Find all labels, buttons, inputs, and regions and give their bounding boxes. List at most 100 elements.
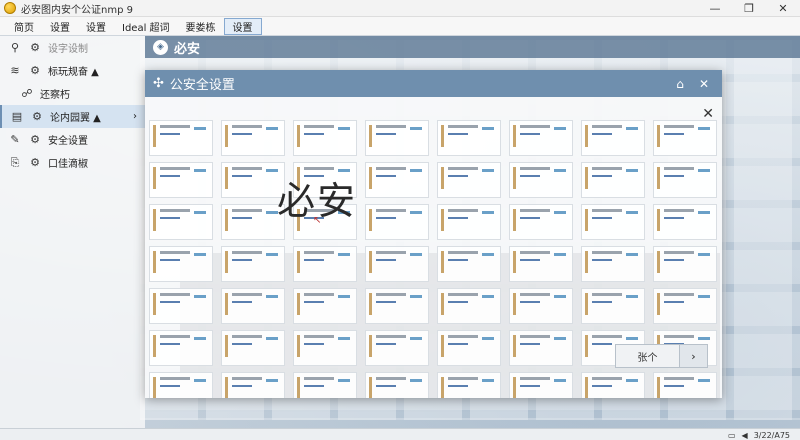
menu-item-home[interactable]: 简页 bbox=[6, 18, 42, 35]
cell-mark bbox=[664, 293, 694, 296]
dialog-close-icon[interactable]: ✕ bbox=[696, 76, 712, 92]
menu-item-settings-1[interactable]: 设置 bbox=[42, 18, 78, 35]
cell-mark bbox=[153, 377, 156, 398]
cell-mark bbox=[448, 251, 478, 254]
cell-mark bbox=[338, 295, 350, 298]
minimize-icon[interactable]: — bbox=[698, 0, 732, 17]
cell-mark bbox=[698, 253, 710, 256]
cell-mark bbox=[657, 167, 660, 189]
cell-mark bbox=[482, 379, 494, 382]
cell-mark bbox=[376, 175, 396, 177]
security-settings-dialog: ✣ 公安全设置 ⌂ ✕ ✕ 必安 ↖ 张个 › bbox=[145, 70, 722, 398]
taskbar: ▭ ◀ 3/22/A75 bbox=[0, 428, 800, 440]
cell-mark bbox=[448, 385, 468, 387]
pager-label: 张个 bbox=[637, 352, 658, 364]
cell-mark bbox=[513, 251, 516, 273]
home-icon[interactable]: ⌂ bbox=[672, 76, 688, 92]
cell-mark bbox=[410, 295, 422, 298]
cell-mark bbox=[160, 251, 190, 254]
grid-cell bbox=[653, 162, 717, 198]
cell-mark bbox=[698, 169, 710, 172]
cell-mark bbox=[369, 251, 372, 273]
grid-cell bbox=[293, 330, 357, 366]
grid-cell bbox=[509, 288, 573, 324]
menu-item-settings-active[interactable]: 设置 bbox=[223, 17, 262, 35]
menu-item-settings-2[interactable]: 设置 bbox=[78, 18, 114, 35]
cell-mark bbox=[153, 293, 156, 315]
cell-mark bbox=[554, 295, 566, 298]
grid-cell bbox=[437, 246, 501, 282]
cell-mark bbox=[160, 133, 180, 135]
cell-mark bbox=[153, 251, 156, 273]
sidebar-item-users[interactable]: ☍ 还察朽 bbox=[0, 82, 145, 105]
cell-mark bbox=[592, 209, 622, 212]
network-icon[interactable]: ▭ bbox=[728, 431, 736, 440]
maximize-icon[interactable]: ❐ bbox=[732, 0, 766, 17]
cell-mark bbox=[513, 293, 516, 315]
cell-mark bbox=[698, 337, 710, 340]
grid-cell bbox=[149, 162, 213, 198]
cell-mark bbox=[160, 377, 190, 380]
grid-cell bbox=[221, 288, 285, 324]
cell-mark bbox=[153, 209, 156, 231]
cell-mark bbox=[369, 125, 372, 147]
shield-icon: ⚙ bbox=[30, 133, 40, 146]
cell-mark bbox=[520, 175, 540, 177]
cell-mark bbox=[664, 335, 694, 338]
pager[interactable]: 张个 › bbox=[615, 344, 708, 368]
cell-mark bbox=[441, 209, 444, 231]
cell-mark bbox=[410, 211, 422, 214]
cell-mark bbox=[448, 209, 478, 212]
cell-mark bbox=[482, 127, 494, 130]
search-icon: ⚲ bbox=[10, 41, 20, 54]
grid-cell bbox=[149, 372, 213, 398]
gear-icon: ⚙ bbox=[30, 64, 40, 77]
cell-mark bbox=[448, 217, 468, 219]
main-header: ◈ 必安 bbox=[145, 36, 800, 58]
rows-icon: ≋ bbox=[10, 64, 20, 77]
cell-mark bbox=[592, 377, 622, 380]
sidebar-item-security[interactable]: ✎ ⚙ 安全设置 bbox=[0, 128, 145, 151]
volume-icon[interactable]: ◀ bbox=[742, 431, 748, 440]
cell-mark bbox=[592, 251, 622, 254]
close-icon[interactable]: ✕ bbox=[766, 0, 800, 17]
cell-mark bbox=[664, 385, 684, 387]
cell-mark bbox=[266, 253, 278, 256]
grid-cell bbox=[149, 330, 213, 366]
clock[interactable]: 3/22/A75 bbox=[754, 431, 790, 440]
pager-next-button[interactable]: › bbox=[679, 345, 707, 367]
cell-mark bbox=[482, 295, 494, 298]
cell-mark bbox=[448, 175, 468, 177]
cell-mark bbox=[376, 167, 406, 170]
menu-item-data[interactable]: 要娄栋 bbox=[178, 18, 224, 35]
cell-mark bbox=[232, 167, 262, 170]
export-icon: ⎘ bbox=[10, 155, 20, 169]
sidebar-search[interactable]: ⚲ ⚙ 设字设制 bbox=[0, 36, 145, 59]
cell-mark bbox=[153, 335, 156, 357]
cell-mark bbox=[554, 169, 566, 172]
cell-mark bbox=[266, 379, 278, 382]
cell-mark bbox=[664, 167, 694, 170]
cell-mark bbox=[592, 301, 612, 303]
cell-mark bbox=[376, 377, 406, 380]
cell-mark bbox=[592, 125, 622, 128]
window-title: 必安图内安个公证nmp 9 bbox=[21, 4, 133, 16]
cell-mark bbox=[376, 217, 396, 219]
grid-cell bbox=[149, 120, 213, 156]
cell-mark bbox=[657, 251, 660, 273]
grid-cell bbox=[221, 120, 285, 156]
grid-cell bbox=[509, 372, 573, 398]
cell-mark bbox=[448, 167, 478, 170]
cell-mark bbox=[160, 125, 190, 128]
menu-item-ideal[interactable]: Ideal 超词 bbox=[114, 18, 178, 35]
sidebar-item-export[interactable]: ⎘ ⚙ 口佳滴椒 bbox=[0, 151, 145, 174]
sidebar-item-calendar[interactable]: ▤ ⚙ 论内园翼 ▲ › bbox=[0, 105, 145, 128]
cell-mark bbox=[554, 379, 566, 382]
cell-mark bbox=[585, 293, 588, 315]
cell-mark bbox=[441, 125, 444, 147]
cell-mark bbox=[194, 295, 206, 298]
app-logo-icon bbox=[4, 2, 16, 14]
sidebar-item-rules[interactable]: ≋ ⚙ 标玩规奋 ▲ bbox=[0, 59, 145, 82]
dialog-title: 公安全设置 bbox=[169, 78, 235, 93]
chevron-right-icon: › bbox=[133, 111, 137, 122]
